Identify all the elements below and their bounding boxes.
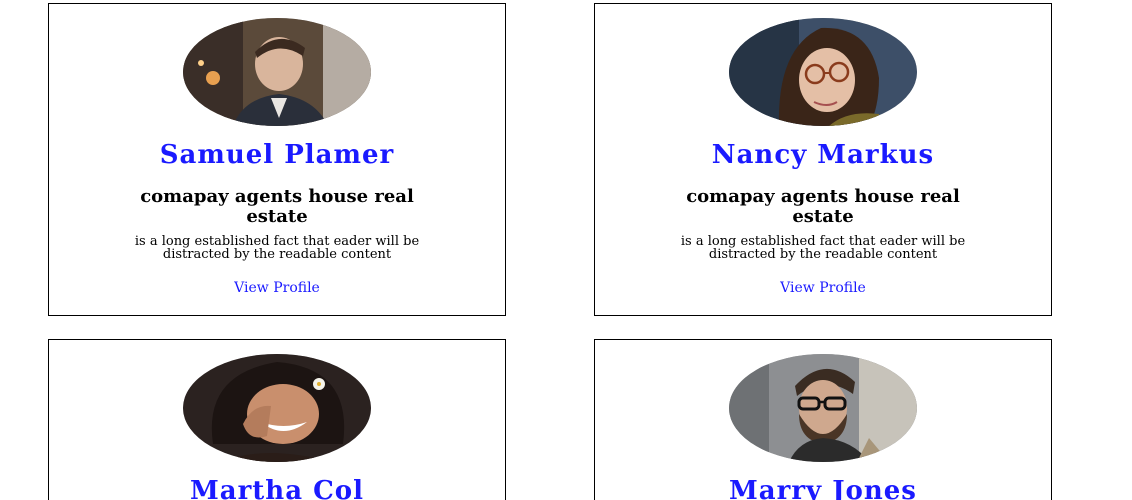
avatar — [729, 18, 917, 126]
profile-name: Marry Jones — [729, 476, 917, 500]
portrait-photo-icon — [183, 18, 371, 126]
portrait-photo-icon — [183, 354, 371, 462]
profile-card-nancy-markus: Nancy Markus comapay agents house real e… — [594, 3, 1052, 316]
view-profile-link[interactable]: View Profile — [595, 280, 1051, 296]
profile-card-martha-col: Martha Col — [48, 339, 506, 500]
profile-card-samuel-plamer: Samuel Plamer comapay agents house real … — [48, 3, 506, 316]
portrait-photo-icon — [729, 354, 917, 462]
profile-card-marry-jones: Marry Jones — [594, 339, 1052, 500]
profile-card-grid: Samuel Plamer comapay agents house real … — [0, 0, 1132, 500]
profile-name: Nancy Markus — [711, 140, 935, 170]
profile-description: is a long established fact that eader wi… — [134, 234, 420, 262]
avatar — [183, 354, 371, 462]
profile-name: Martha Col — [189, 476, 365, 500]
profile-company: comapay agents house real estate — [140, 186, 414, 227]
portrait-photo-icon — [729, 18, 917, 126]
avatar — [183, 18, 371, 126]
view-profile-link[interactable]: View Profile — [49, 280, 505, 296]
profile-company: comapay agents house real estate — [686, 186, 960, 227]
profile-name: Samuel Plamer — [159, 140, 395, 170]
avatar — [729, 354, 917, 462]
profile-description: is a long established fact that eader wi… — [680, 234, 966, 262]
